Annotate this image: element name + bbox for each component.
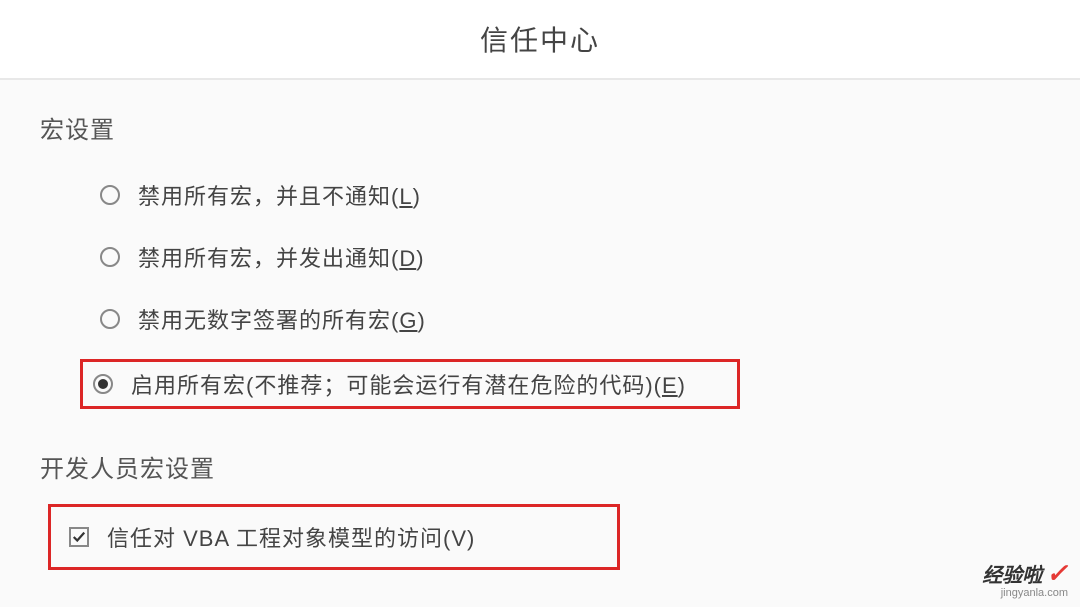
- watermark: 经验啦 ✓ jingyanla.com: [982, 560, 1068, 599]
- macro-settings-title: 宏设置: [40, 110, 1040, 145]
- macro-radio-group: 禁用所有宏，并且不通知(L) 禁用所有宏，并发出通知(D) 禁用无数字签署的所有…: [90, 173, 1040, 409]
- radio-icon: [100, 247, 120, 267]
- radio-icon: [100, 309, 120, 329]
- radio-disable-unsigned[interactable]: 禁用无数字签署的所有宏(G): [90, 297, 1040, 341]
- watermark-check-icon: ✓: [1046, 560, 1068, 586]
- dialog-content: 宏设置 禁用所有宏，并且不通知(L) 禁用所有宏，并发出通知(D) 禁用无数字签…: [0, 80, 1080, 600]
- radio-enable-all[interactable]: 启用所有宏(不推荐；可能会运行有潜在危险的代码)(E): [80, 359, 740, 409]
- radio-label: 启用所有宏(不推荐；可能会运行有潜在危险的代码)(E): [131, 368, 686, 400]
- checkbox-icon-checked: [69, 527, 89, 547]
- radio-label: 禁用所有宏，并发出通知(D): [138, 241, 425, 273]
- radio-label: 禁用所有宏，并且不通知(L): [138, 179, 421, 211]
- radio-icon: [100, 185, 120, 205]
- checkbox-trust-vba[interactable]: 信任对 VBA 工程对象模型的访问(V): [48, 504, 620, 570]
- radio-label: 禁用无数字签署的所有宏(G): [138, 303, 426, 335]
- dialog-title: 信任中心: [0, 0, 1080, 80]
- watermark-text: 经验啦: [982, 566, 1042, 586]
- radio-icon-selected: [93, 374, 113, 394]
- watermark-url: jingyanla.com: [982, 588, 1068, 599]
- radio-disable-with-notify[interactable]: 禁用所有宏，并发出通知(D): [90, 235, 1040, 279]
- developer-checkbox-group: 信任对 VBA 工程对象模型的访问(V): [48, 504, 1040, 570]
- developer-settings-title: 开发人员宏设置: [40, 449, 1040, 484]
- radio-disable-no-notify[interactable]: 禁用所有宏，并且不通知(L): [90, 173, 1040, 217]
- check-icon: [72, 530, 86, 544]
- checkbox-label: 信任对 VBA 工程对象模型的访问(V): [107, 521, 475, 553]
